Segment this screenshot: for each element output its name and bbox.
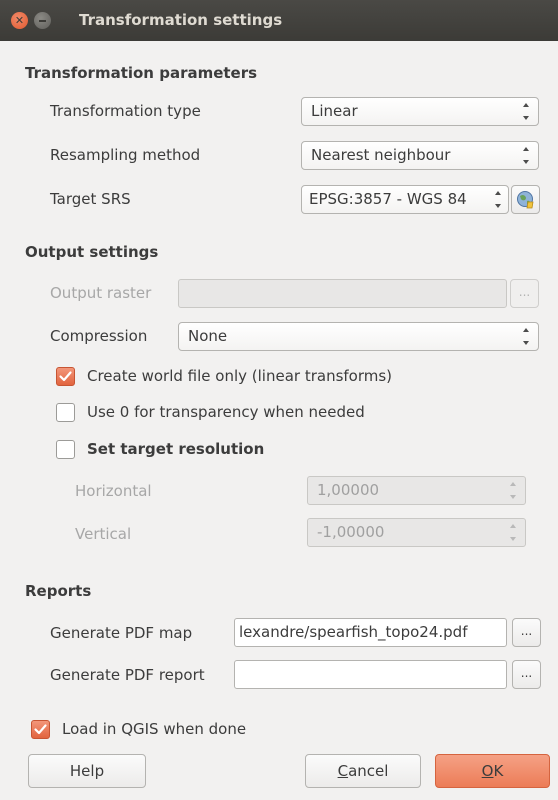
load-in-qgis-checkbox[interactable] — [31, 720, 50, 739]
compression-value: None — [188, 327, 228, 345]
world-file-label[interactable]: Create world file only (linear transform… — [87, 367, 392, 385]
target-srs-value: EPSG:3857 - WGS 84 — [309, 190, 467, 208]
compression-label: Compression — [50, 327, 148, 345]
vertical-spinbox[interactable]: -1,00000 — [307, 518, 526, 547]
ok-label: K — [493, 762, 504, 780]
up-down-arrows-icon — [509, 482, 517, 499]
horizontal-label: Horizontal — [75, 482, 152, 500]
horizontal-value: 1,00000 — [317, 481, 380, 499]
pdf-map-field[interactable]: lexandre/spearfish_topo24.pdf — [234, 618, 507, 647]
checkmark-icon — [59, 371, 72, 382]
window-title: Transformation settings — [79, 11, 283, 29]
transformation-type-select[interactable]: Linear — [301, 97, 539, 126]
ok-button[interactable]: OK — [435, 754, 550, 788]
minimize-window-button[interactable] — [34, 12, 51, 29]
cancel-mnemonic: C — [337, 762, 349, 780]
pdf-report-label: Generate PDF report — [50, 666, 205, 684]
resampling-method-label: Resampling method — [50, 146, 201, 164]
reports-heading: Reports — [25, 582, 92, 600]
pdf-map-browse-button[interactable]: ... — [512, 618, 541, 647]
up-down-arrows-icon — [522, 147, 530, 164]
globe-icon — [517, 191, 534, 209]
target-resolution-label[interactable]: Set target resolution — [87, 440, 264, 458]
load-in-qgis-label[interactable]: Load in QGIS when done — [62, 720, 246, 738]
output-raster-label: Output raster — [50, 284, 152, 302]
compression-select[interactable]: None — [178, 322, 539, 351]
target-srs-label: Target SRS — [50, 190, 131, 208]
output-raster-browse-button[interactable]: ... — [510, 279, 539, 308]
transformation-type-label: Transformation type — [50, 102, 201, 120]
resampling-method-value: Nearest neighbour — [311, 146, 451, 164]
ok-mnemonic: O — [481, 762, 494, 780]
transparency-label[interactable]: Use 0 for transparency when needed — [87, 403, 365, 421]
target-resolution-checkbox[interactable] — [56, 440, 75, 459]
up-down-arrows-icon — [494, 191, 502, 208]
pdf-map-label: Generate PDF map — [50, 624, 193, 642]
up-down-arrows-icon — [522, 103, 530, 120]
close-window-button[interactable]: ✕ — [11, 12, 28, 29]
world-file-checkbox[interactable] — [56, 367, 75, 386]
pdf-report-browse-button[interactable]: ... — [512, 660, 541, 689]
title-bar: ✕ Transformation settings — [0, 0, 558, 41]
pdf-report-field[interactable] — [234, 660, 507, 689]
vertical-label: Vertical — [75, 525, 132, 543]
up-down-arrows-icon — [509, 524, 517, 541]
cancel-label: ancel — [348, 762, 389, 780]
output-settings-heading: Output settings — [25, 243, 159, 261]
transformation-type-value: Linear — [311, 102, 358, 120]
select-crs-button[interactable] — [511, 185, 540, 214]
horizontal-spinbox[interactable]: 1,00000 — [307, 476, 526, 505]
transparency-checkbox[interactable] — [56, 403, 75, 422]
vertical-value: -1,00000 — [317, 523, 385, 541]
checkmark-icon — [34, 724, 47, 735]
target-srs-select[interactable]: EPSG:3857 - WGS 84 — [301, 185, 509, 214]
resampling-method-select[interactable]: Nearest neighbour — [301, 141, 539, 170]
help-button[interactable]: Help — [28, 754, 146, 788]
cancel-button[interactable]: Cancel — [305, 754, 421, 788]
output-raster-field[interactable] — [178, 279, 507, 308]
transformation-parameters-heading: Transformation parameters — [25, 64, 258, 82]
up-down-arrows-icon — [522, 328, 530, 345]
